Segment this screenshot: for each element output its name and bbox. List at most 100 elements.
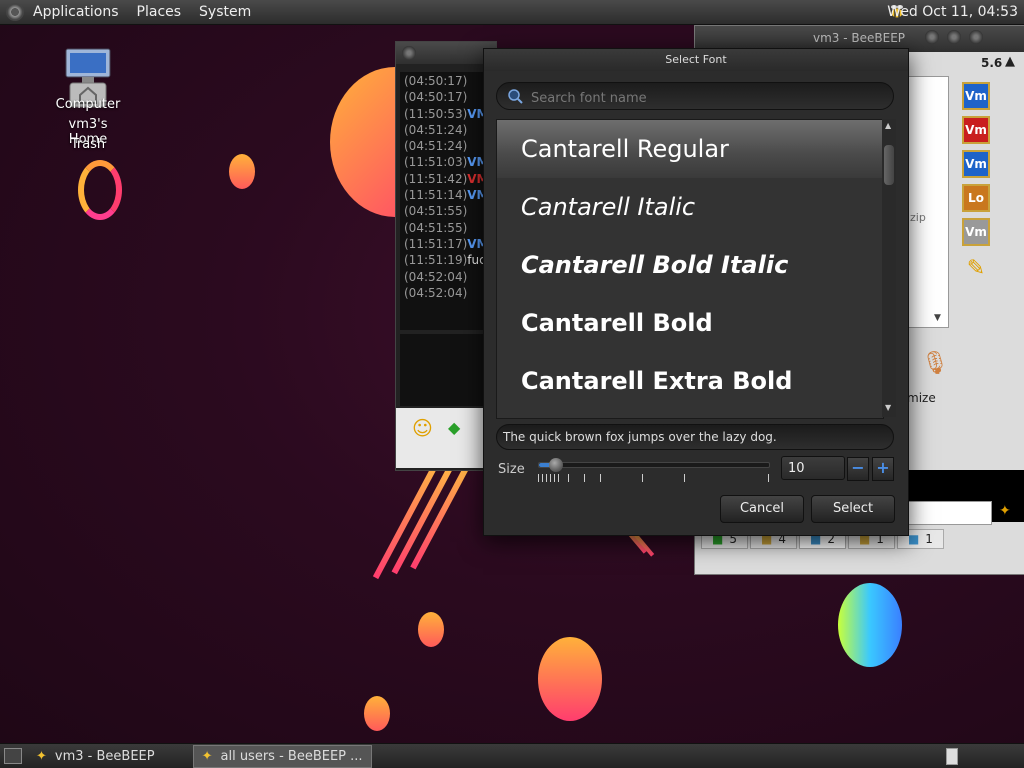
taskbar-item-label: vm3 - BeeBEEP (54, 748, 155, 764)
taskbar-item-vm3[interactable]: ✦ vm3 - BeeBEEP (28, 746, 163, 767)
slider-tick (542, 474, 543, 482)
search-icon (508, 89, 523, 104)
window-close-icon[interactable] (969, 30, 983, 44)
chat-log: (04:50:17) (04:50:17) (11:50:53)VM (04:51:2… (400, 72, 490, 330)
chat-timestamp: (04:50:17) (404, 74, 468, 88)
slider-tick (642, 474, 643, 482)
scroll-down-icon[interactable]: ▼ (885, 403, 891, 412)
bee-icon: ✦ (36, 748, 47, 764)
zip-label: zip (910, 211, 926, 224)
chat-line: (11:51:14)VM (404, 188, 489, 204)
window-close-icon[interactable] (402, 46, 416, 60)
computer-desktop-icon[interactable]: Computer vm3's Home Trash (48, 47, 128, 152)
desktop-background: Computer vm3's Home Trash (04:50:17) (04:… (0, 25, 1024, 743)
chat-timestamp: (04:50:17) (404, 90, 468, 105)
version-label: 5.6 (981, 56, 1003, 70)
slider-tick (600, 474, 601, 482)
user-shortcut-button[interactable]: Vm (962, 150, 990, 178)
chat-line: (11:51:42)VM (404, 171, 489, 188)
font-list-item[interactable]: Cantarell Regular (497, 120, 883, 178)
window-minimize-icon[interactable] (925, 30, 939, 44)
chat-line: (04:51:55) (404, 221, 486, 237)
decor-blob (418, 612, 444, 647)
slider-tick (584, 474, 585, 482)
select-button[interactable]: Select (811, 495, 895, 523)
slider-tick (546, 474, 547, 482)
send-file-icon[interactable]: ◆ (448, 418, 460, 437)
chat-timestamp: (11:51:14) (404, 188, 468, 203)
chat-timestamp: (11:51:19) (404, 253, 468, 268)
clear-icon[interactable]: ✦ (999, 503, 1011, 519)
clock[interactable]: Wed Oct 11, 04:53 (887, 4, 1018, 20)
decor-blob (229, 154, 255, 189)
show-desktop-icon[interactable] (4, 748, 22, 764)
font-search-field[interactable] (496, 82, 894, 110)
taskbar-item-all-users[interactable]: ✦ all users - BeeBEEP ... (192, 744, 372, 768)
chat-line: (04:50:17) (404, 90, 486, 106)
menu-system[interactable]: System (190, 4, 260, 20)
chat-line: (04:51:55) (404, 204, 486, 220)
cancel-button[interactable]: Cancel (720, 495, 804, 523)
user-shortcut-button[interactable]: Vm (962, 82, 990, 110)
size-slider[interactable] (538, 458, 770, 472)
chat-line: (11:50:53)VM (404, 107, 489, 123)
scrollbar-thumb[interactable] (884, 145, 894, 185)
chat-line: (11:51:19)fuc (404, 253, 486, 269)
size-spinbox[interactable]: 10 (781, 456, 845, 480)
trash-label[interactable]: Trash (48, 137, 128, 152)
size-label: Size (498, 462, 525, 477)
chat-input-area[interactable] (400, 334, 490, 406)
chat-timestamp: (11:51:42) (404, 171, 468, 186)
slider-tick (554, 474, 555, 482)
font-list-item[interactable]: Cantarell Bold Italic (497, 236, 883, 294)
user-shortcut-button[interactable]: Vm (962, 116, 990, 144)
chat-timestamp: (04:51:55) (404, 220, 468, 235)
chat-window-titlebar[interactable] (396, 42, 496, 64)
font-list-item[interactable]: Cantarell Extra Bold (497, 352, 883, 410)
chat-line: (04:51:24) (404, 139, 486, 155)
bottom-panel: ✦ vm3 - BeeBEEP ✦ all users - BeeBEEP ..… (0, 743, 1024, 768)
menu-places[interactable]: Places (128, 4, 191, 20)
workspace-switcher-icon[interactable] (946, 748, 958, 765)
dialog-title: Select Font (484, 49, 908, 71)
font-list-item[interactable]: Cantarell Italic (497, 178, 883, 236)
chat-toolbar: ☺ ◆ (396, 408, 496, 468)
tab-count: 1 (925, 532, 933, 546)
font-list-item[interactable]: Cantarell Bold (497, 294, 883, 352)
decor-ring (78, 160, 122, 220)
emoticon-icon[interactable]: ☺ (412, 416, 433, 440)
main-window-title: vm3 - BeeBEEP (813, 31, 906, 45)
scroll-down-icon[interactable]: ▼ (934, 313, 941, 323)
chat-line: (04:52:04) (404, 270, 486, 286)
font-list[interactable]: Cantarell Regular Cantarell Italic Cantare… (496, 119, 884, 419)
user-shortcut-button[interactable]: Vm (962, 218, 990, 246)
font-preview: The quick brown fox jumps over the lazy … (496, 424, 894, 450)
chat-line: (11:51:17)VM (404, 236, 489, 253)
size-decrease-button[interactable]: − (847, 457, 869, 481)
search-input[interactable] (529, 87, 873, 109)
chat-window[interactable]: (04:50:17) (04:50:17) (11:50:53)VM (04:51:2… (395, 41, 497, 471)
user-list-panel[interactable]: zip ▼ (907, 76, 949, 328)
size-increase-button[interactable]: + (872, 457, 894, 481)
top-panel: Applications Places System Wed Oct 11, 0… (0, 0, 1024, 25)
decor-blob (538, 637, 602, 721)
slider-tick (768, 474, 769, 482)
menu-applications[interactable]: Applications (24, 4, 128, 20)
chat-timestamp: (11:51:17) (404, 236, 468, 251)
chat-timestamp: (04:52:04) (404, 269, 468, 284)
minimize-label: mize (907, 391, 936, 405)
decor-blob (838, 583, 902, 667)
chat-timestamp: (04:51:24) (404, 122, 468, 137)
distro-logo-icon[interactable] (6, 3, 24, 21)
font-list-scrollbar[interactable]: ▲ ▼ (882, 119, 896, 417)
message-input[interactable] (895, 501, 992, 525)
slider-tick (538, 474, 539, 482)
size-slider-handle[interactable] (548, 458, 563, 472)
select-font-dialog: Select Font Cantarell RegularCantarell I… (483, 48, 909, 536)
microphone-icon[interactable]: 🎙 (921, 351, 949, 376)
scroll-up-icon[interactable]: ▲ (885, 121, 891, 130)
window-maximize-icon[interactable] (947, 30, 961, 44)
chat-line: (04:51:24) (404, 123, 486, 139)
user-shortcut-button[interactable]: Lo (962, 184, 990, 212)
contacts-icon[interactable]: ✎ (962, 256, 990, 284)
